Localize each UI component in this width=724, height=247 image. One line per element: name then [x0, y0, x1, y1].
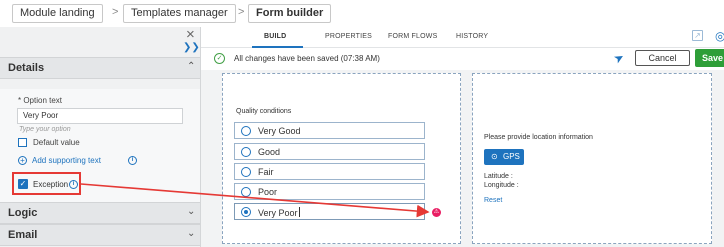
breadcrumb-separator: >	[238, 6, 245, 18]
section-details-header[interactable]: Details ⌃	[0, 57, 200, 79]
external-link-icon[interactable]: ↗	[692, 30, 703, 41]
location-prompt: Please provide location information	[484, 134, 593, 141]
cancel-button[interactable]: Cancel	[635, 50, 690, 66]
exception-checkbox[interactable]: ✓	[18, 179, 28, 189]
tab-history[interactable]: HISTORY	[456, 33, 488, 40]
add-supporting-text-link[interactable]: Add supporting text	[32, 156, 101, 165]
check-circle-icon: ✓	[214, 53, 225, 64]
option-fair[interactable]: Fair	[234, 163, 425, 180]
close-icon[interactable]: ×	[186, 27, 195, 42]
radio-button[interactable]	[241, 167, 251, 177]
radio-button[interactable]	[241, 147, 251, 157]
option-label: Good	[258, 147, 281, 157]
breadcrumb-separator: >	[112, 6, 119, 18]
section-email-title: Email	[8, 229, 38, 241]
option-good[interactable]: Good	[234, 143, 425, 160]
option-text-label: * Option text	[18, 96, 63, 105]
default-value-checkbox[interactable]	[18, 138, 27, 147]
exception-marker-icon: ⚠	[432, 208, 441, 217]
section-logic-title: Logic	[8, 207, 38, 219]
longitude-label: Longitude :	[484, 182, 519, 189]
save-button[interactable]: Save	[695, 49, 724, 67]
breadcrumb-module-landing[interactable]: Module landing	[12, 4, 103, 23]
tab-form-flows[interactable]: FORM FLOWS	[388, 33, 437, 40]
location-pin-icon: ⊙	[491, 152, 498, 161]
breadcrumb: Module landing > Templates manager > For…	[0, 0, 724, 27]
radio-button[interactable]	[241, 126, 251, 136]
builder-tabs: BUILD PROPERTIES FORM FLOWS HISTORY ↗ ◎	[201, 27, 724, 48]
default-value-label: Default value	[33, 138, 80, 147]
section-details-title: Details	[8, 62, 45, 74]
info-icon[interactable]: i	[69, 180, 78, 189]
option-label: Fair	[258, 167, 274, 177]
reset-link[interactable]: Reset	[484, 197, 502, 204]
radio-button-selected[interactable]	[241, 207, 251, 217]
section-email-header[interactable]: Email ⌄	[0, 224, 200, 246]
gps-button[interactable]: ⊙ GPS	[484, 149, 524, 165]
gps-label: GPS	[503, 152, 520, 161]
tab-properties[interactable]: PROPERTIES	[325, 33, 372, 40]
double-chevron-icon[interactable]: ❯❯	[183, 42, 200, 54]
option-text-hint: Type your option	[19, 126, 71, 133]
globe-icon[interactable]: ◎	[715, 29, 724, 43]
chevron-up-icon: ⌃	[187, 61, 196, 72]
section-logic-header[interactable]: Logic ⌄	[0, 202, 200, 224]
option-poor[interactable]: Poor	[234, 183, 425, 200]
save-status-bar: ✓ All changes have been saved (07:38 AM)…	[201, 48, 724, 70]
breadcrumb-templates-manager[interactable]: Templates manager	[123, 4, 236, 23]
option-label: Poor	[258, 187, 278, 197]
plus-circle-icon[interactable]: +	[18, 156, 27, 165]
latitude-label: Latitude :	[484, 173, 513, 180]
radio-button[interactable]	[241, 187, 251, 197]
exception-annotation-box: ✓ Exception i	[12, 172, 81, 195]
text-cursor	[298, 207, 300, 217]
exception-label: Exception	[33, 180, 69, 189]
question-label: Quality conditions	[236, 108, 292, 115]
tab-build[interactable]: BUILD	[264, 33, 286, 40]
chevron-down-icon: ⌄	[187, 228, 196, 239]
navigation-arrow-icon[interactable]: ➤	[611, 49, 627, 66]
option-label: Very Good	[258, 126, 301, 136]
info-icon[interactable]: i	[128, 156, 137, 165]
option-very-good[interactable]: Very Good	[234, 122, 425, 139]
save-status-message: All changes have been saved (07:38 AM)	[234, 54, 380, 63]
breadcrumb-form-builder: Form builder	[248, 4, 332, 23]
panel-toolbar: × ❯❯	[0, 27, 200, 57]
option-label: Very Poor	[258, 207, 300, 218]
chevron-down-icon: ⌄	[187, 206, 196, 217]
option-text-field[interactable]: Very Poor	[17, 108, 183, 124]
option-very-poor[interactable]: Very Poor	[234, 203, 425, 220]
